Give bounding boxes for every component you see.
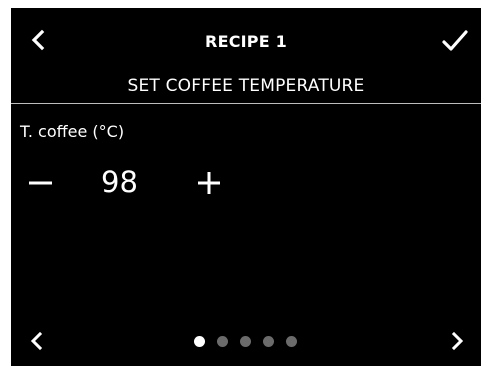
- chevron-right-icon: [451, 331, 464, 351]
- increase-button[interactable]: [194, 166, 226, 198]
- page-dot-3[interactable]: [240, 335, 251, 347]
- previous-page-button[interactable]: [27, 329, 47, 353]
- temperature-value: 98: [101, 165, 138, 199]
- decrease-button[interactable]: [25, 165, 59, 199]
- page-dot-5[interactable]: [286, 335, 297, 347]
- page-indicator: [194, 335, 297, 347]
- minus-icon: [29, 181, 52, 185]
- page-dot-4[interactable]: [263, 335, 274, 347]
- display-screen: RECIPE 1 SET COFFEE TEMPERATURE T. coffe…: [11, 8, 481, 366]
- plus-icon: [198, 172, 220, 194]
- header-divider: [11, 103, 481, 104]
- header-bar: RECIPE 1: [11, 8, 481, 72]
- page-dot-2[interactable]: [217, 335, 228, 347]
- chevron-left-icon: [30, 331, 43, 351]
- confirm-button[interactable]: [441, 28, 469, 54]
- page-title: RECIPE 1: [205, 32, 287, 51]
- next-page-button[interactable]: [447, 329, 467, 353]
- section-subtitle: SET COFFEE TEMPERATURE: [127, 76, 365, 96]
- checkmark-icon: [442, 30, 468, 51]
- temperature-label: T. coffee (°C): [20, 122, 125, 141]
- page-dot-1[interactable]: [194, 335, 205, 347]
